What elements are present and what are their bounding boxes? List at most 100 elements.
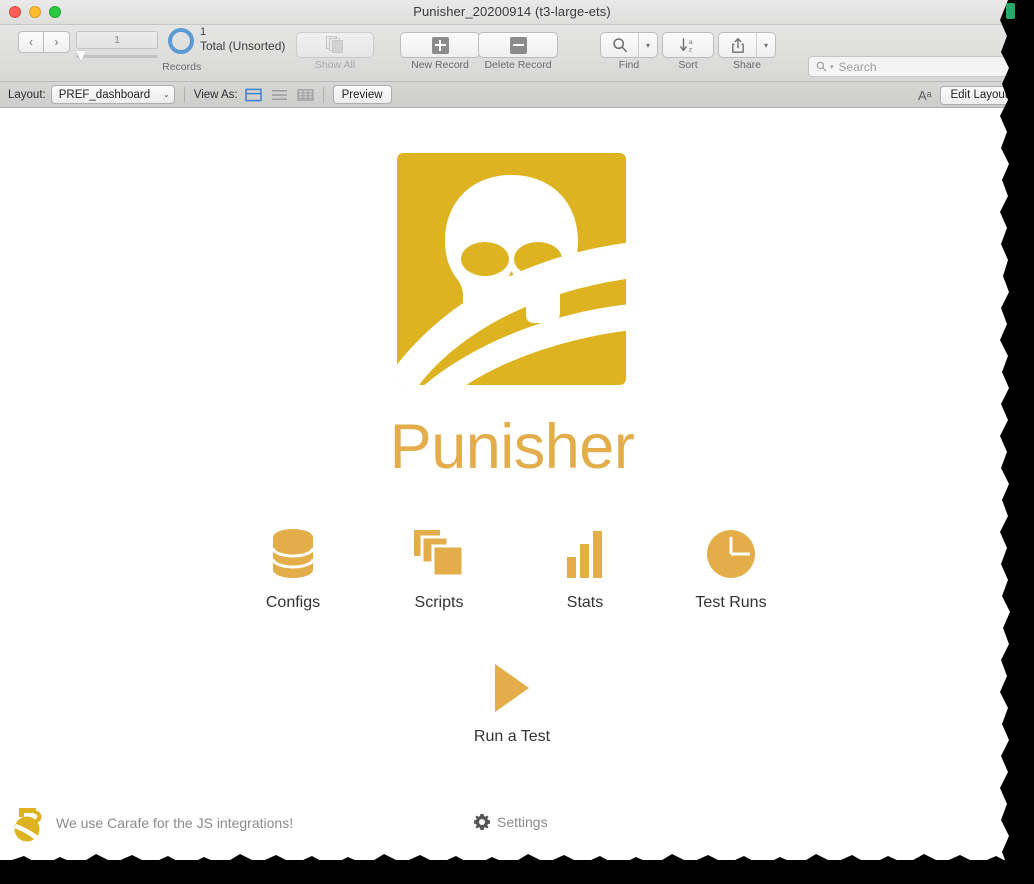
record-slider[interactable]: [76, 51, 158, 61]
dashboard-footer: We use Carafe for the JS integrations! S…: [0, 804, 1024, 850]
dashboard-nav-row: Configs Scripts Stats Test Runs: [0, 526, 1024, 612]
page-title: Punisher: [389, 412, 635, 482]
svg-text:z: z: [689, 46, 693, 53]
layout-select-value: PREF_dashboard: [58, 88, 151, 101]
configs-icon-art: [220, 526, 366, 582]
find-main[interactable]: [601, 37, 638, 53]
record-slider-track: [76, 55, 158, 58]
clock-icon: [707, 530, 755, 578]
sort-group: a z Sort: [662, 25, 714, 71]
layout-bar: Layout: PREF_dashboard ⌄ View As: Previe…: [0, 82, 1024, 108]
nav-tile-stats[interactable]: Stats: [512, 526, 658, 612]
window-title: Punisher_20200914 (t3-large-ets): [413, 4, 611, 19]
record-count-block: 1 Total (Unsorted): [200, 25, 285, 54]
nav-label-configs: Configs: [265, 594, 321, 611]
share-caption: Share: [732, 59, 762, 71]
copy-stack-icon: [414, 530, 465, 578]
search-scope-chevron-icon[interactable]: ▾: [830, 63, 834, 71]
nav-tile-scripts[interactable]: Scripts: [366, 526, 512, 612]
search-icon: [816, 61, 827, 72]
magnifier-icon: [612, 38, 627, 52]
nav-label-test-runs: Test Runs: [695, 594, 767, 611]
record-count-number: 1: [200, 26, 207, 38]
text-format-icon[interactable]: Aᵃ: [918, 88, 932, 103]
new-record-group: New Record: [400, 25, 480, 71]
plus-icon: [431, 36, 449, 54]
database-icon: [271, 529, 315, 578]
layout-bar-right: Aᵃ Edit Layout: [918, 82, 1018, 108]
sort-caption: Sort: [678, 59, 698, 71]
scripts-icon-art: [366, 526, 512, 582]
form-view-icon[interactable]: [244, 88, 262, 102]
run-a-test-action[interactable]: Run a Test: [0, 658, 1024, 746]
record-slider-thumb[interactable]: [76, 51, 86, 61]
minus-icon: [509, 36, 527, 54]
window-titlebar: Punisher_20200914 (t3-large-ets): [0, 0, 1024, 25]
view-as-label: View As:: [193, 88, 238, 101]
app-logo: [397, 153, 626, 385]
nav-label-stats: Stats: [566, 594, 604, 611]
view-as-buttons: [244, 88, 314, 102]
delete-record-button[interactable]: [478, 32, 558, 58]
carafe-pitcher-icon: [14, 808, 42, 842]
screenshot-root: Punisher_20200914 (t3-large-ets) ‹ › 1 1…: [0, 0, 1034, 884]
offscreen-green-fragment: [1006, 3, 1015, 19]
chevron-down-icon: ⌄: [163, 90, 170, 99]
stacked-records-icon: [326, 36, 344, 54]
new-record-button[interactable]: [400, 32, 480, 58]
run-test-icon-art: [0, 658, 1024, 718]
layout-label: Layout:: [8, 88, 46, 101]
delete-record-group: Delete Record: [478, 25, 558, 71]
show-all-button[interactable]: [296, 32, 374, 58]
record-number-control: 1: [76, 31, 158, 61]
nav-tile-configs[interactable]: Configs: [220, 526, 366, 612]
filemaker-window: Punisher_20200914 (t3-large-ets) ‹ › 1 1…: [0, 0, 1024, 860]
find-caption: Find: [618, 59, 640, 71]
search-field[interactable]: ▾ Search: [808, 56, 1024, 77]
record-pie-indicator: [168, 28, 194, 54]
sort-az-icon: a z: [680, 38, 693, 53]
new-record-caption: New Record: [411, 59, 469, 71]
next-record-button[interactable]: ›: [44, 31, 70, 53]
share-dropdown-arrow[interactable]: ▾: [757, 41, 775, 50]
record-nav-buttons: ‹ ›: [18, 31, 70, 53]
find-group: ▾ Find: [600, 25, 658, 71]
nav-label-scripts: Scripts: [414, 594, 464, 611]
show-all-group: Show All: [296, 25, 374, 71]
table-view-icon[interactable]: [297, 88, 314, 102]
layout-bar-divider-1: [183, 86, 185, 103]
test-runs-icon-art: [658, 526, 804, 582]
previous-record-button[interactable]: ‹: [18, 31, 44, 53]
records-group: ‹ › 1 1 Total (Unsorted) Records: [18, 25, 285, 73]
search-placeholder: Search: [838, 59, 877, 74]
find-button[interactable]: ▾: [600, 32, 658, 58]
preview-button[interactable]: Preview: [332, 85, 392, 104]
dashboard-content: Punisher Configs Scripts Stats Test Runs…: [0, 108, 1024, 858]
list-view-icon[interactable]: [271, 88, 288, 102]
layout-select[interactable]: PREF_dashboard ⌄: [50, 85, 175, 104]
main-toolbar: ‹ › 1 1 Total (Unsorted) Records Show Al…: [0, 25, 1024, 82]
gear-icon: [474, 814, 490, 830]
stats-icon-art: [512, 526, 658, 582]
carafe-credit[interactable]: We use Carafe for the JS integrations!: [10, 804, 293, 842]
show-all-caption: Show All: [314, 59, 356, 71]
share-button[interactable]: ▾: [718, 32, 776, 58]
svg-text:a: a: [689, 39, 693, 46]
run-a-test-label: Run a Test: [473, 728, 551, 745]
sort-button[interactable]: a z: [662, 32, 714, 58]
bar-chart-icon: [567, 531, 602, 578]
record-total-label: Total (Unsorted): [200, 39, 286, 53]
share-main[interactable]: [719, 37, 756, 54]
edit-layout-button[interactable]: Edit Layout: [940, 85, 1018, 105]
find-dropdown-arrow[interactable]: ▾: [639, 41, 657, 50]
record-number-input[interactable]: 1: [76, 31, 158, 49]
settings-label: Settings: [497, 814, 548, 830]
nav-tile-test-runs[interactable]: Test Runs: [658, 526, 804, 612]
play-triangle-icon: [495, 664, 529, 712]
share-upload-icon: [731, 37, 744, 53]
punisher-skull-logo-icon: [397, 153, 626, 385]
carafe-credit-text: We use Carafe for the JS integrations!: [56, 815, 294, 831]
delete-record-caption: Delete Record: [484, 59, 552, 71]
settings-link[interactable]: Settings: [474, 814, 548, 830]
records-caption: Records: [162, 61, 202, 73]
